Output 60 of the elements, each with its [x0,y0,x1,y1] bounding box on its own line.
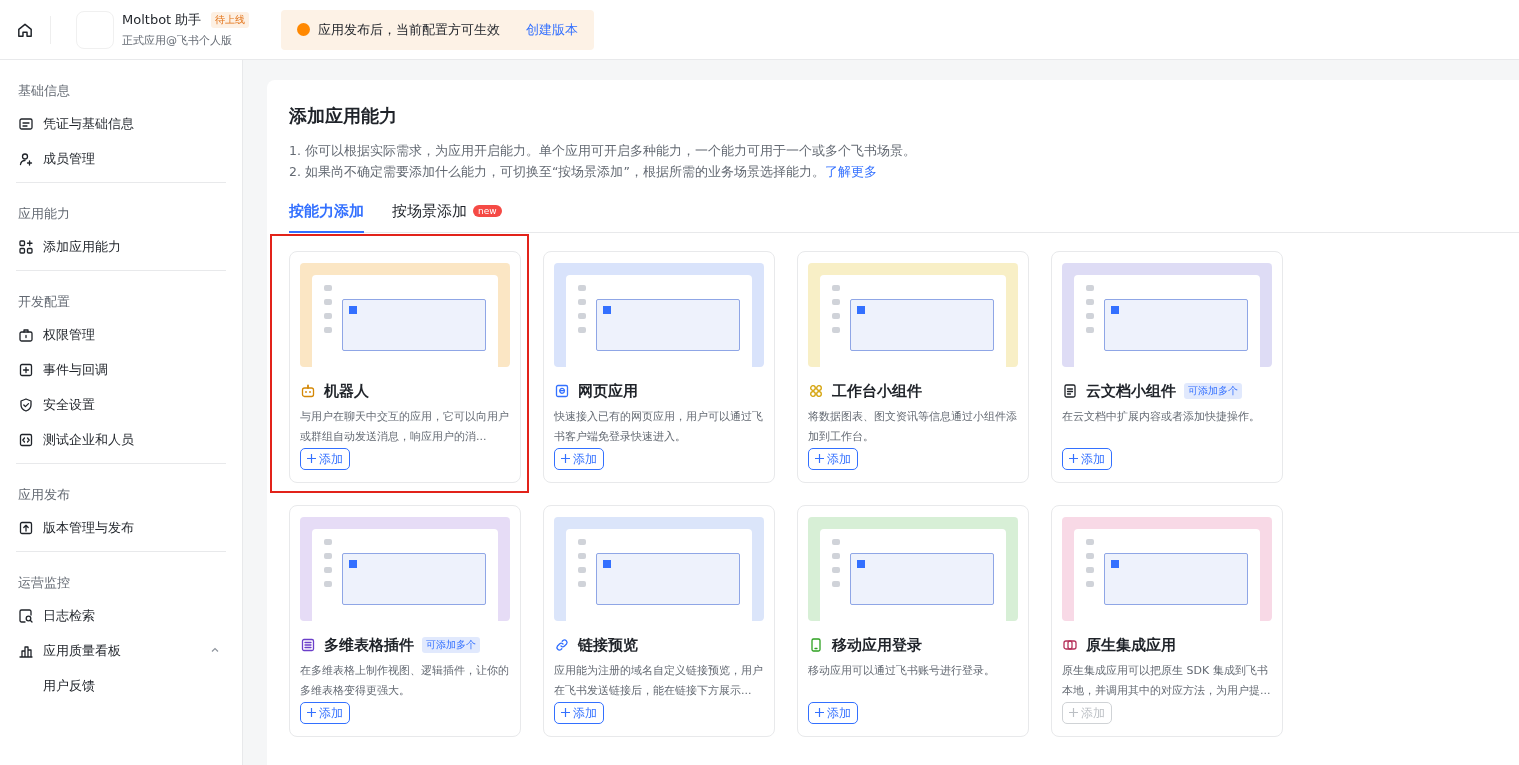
sidebar-item[interactable]: 应用质量看板 [16,633,226,668]
card-description: 应用能为注册的域名自定义链接预览，用户在飞书发送链接后，能在链接下方展示... [554,663,764,699]
sidebar-item[interactable]: 凭证与基础信息 [16,106,226,141]
section-label: 开发配置 [17,293,71,311]
new-badge: new [473,205,502,217]
capability-card[interactable]: 多维表格插件 可添加多个 在多维表格上制作视图、逻辑插件，让你的多维表格变得更强大。 添加 [289,505,521,737]
capability-card[interactable]: 工作台小组件 将数据图表、图文资讯等信息通过小组件添加到工作台。 添加 [797,251,1029,483]
card-title: 链接预览 [578,635,638,655]
sidebar-item[interactable]: 添加应用能力 [16,229,226,264]
page-title: 添加应用能力 [289,104,398,128]
capability-card[interactable]: 云文档小组件 可添加多个 在云文档中扩展内容或者添加快捷操作。 添加 [1051,251,1283,483]
capability-card[interactable]: 机器人 与用户在聊天中交互的应用，它可以向用户或群组自动发送消息，响应用户的消... 添加 [289,251,521,483]
sidebar-item[interactable]: 事件与回调 [16,352,226,387]
card-title: 原生集成应用 [1086,635,1176,655]
learn-more-link[interactable]: 了解更多 [824,164,877,179]
card-title: 云文档小组件 [1086,381,1176,401]
card-description: 在云文档中扩展内容或者添加快捷操作。 [1062,409,1261,425]
card-title: 多维表格插件 [324,635,414,655]
app-name: Moltbot 助手 [122,11,202,29]
card-description: 在多维表格上制作视图、逻辑插件，让你的多维表格变得更强大。 [300,663,510,699]
status-badge: 待上线 [211,12,250,28]
add-button[interactable]: 添加 [808,702,858,724]
section-label: 应用能力 [17,205,71,223]
card-description: 将数据图表、图文资讯等信息通过小组件添加到工作台。 [808,409,1018,445]
section-label: 运营监控 [17,574,71,592]
notice-text: 应用发布后，当前配置方可生效 [318,20,501,39]
card-description: 快速接入已有的网页应用，用户可以通过飞书客户端免登录快速进入。 [554,409,764,445]
sidebar-item[interactable]: 安全设置 [16,387,226,422]
instruction-text: 2. 如果尚不确定需要添加什么能力，可切换至“按场景添加”，根据所需的业务场景选择能力。了解更多 [289,163,878,181]
tab[interactable]: 按能力添加 [289,196,364,233]
badge: 可添加多个 [422,637,480,653]
add-button[interactable]: 添加 [808,448,858,470]
add-button[interactable]: 添加 [300,702,350,724]
section-label: 基础信息 [17,82,71,100]
add-button[interactable]: 添加 [554,702,604,724]
sidebar-item[interactable]: 成员管理 [16,141,226,176]
add-button[interactable]: 添加 [300,448,350,470]
sidebar-item[interactable]: 版本管理与发布 [16,510,226,545]
capability-card[interactable]: 移动应用登录 移动应用可以通过飞书账号进行登录。 添加 [797,505,1029,737]
app-subtitle: 正式应用@飞书个人版 [122,33,233,48]
card-title: 机器人 [324,381,369,401]
capability-card[interactable]: 网页应用 快速接入已有的网页应用，用户可以通过飞书客户端免登录快速进入。 添加 [543,251,775,483]
card-description: 原生集成应用可以把原生 SDK 集成到飞书本地，并调用其中的对应方法，为用户提... [1062,663,1272,699]
instruction-text: 1. 你可以根据实际需求，为应用开启能力。单个应用可开启多种能力，一个能力可用于一个或多个飞书场景。 [289,142,917,160]
card-title: 网页应用 [578,381,638,401]
add-button[interactable]: 添加 [554,448,604,470]
section-label: 应用发布 [17,486,71,504]
sidebar-item[interactable]: 日志检索 [16,598,226,633]
tab[interactable]: 按场景添加 new [392,196,502,233]
sidebar-item[interactable]: 权限管理 [16,317,226,352]
capability-card[interactable]: 链接预览 应用能为注册的域名自定义链接预览，用户在飞书发送链接后，能在链接下方展示... 添加 [543,505,775,737]
badge: 可添加多个 [1184,383,1242,399]
card-description: 移动应用可以通过飞书账号进行登录。 [808,663,996,679]
card-description: 与用户在聊天中交互的应用，它可以向用户或群组自动发送消息，响应用户的消... [300,409,510,445]
add-button[interactable]: 添加 [1062,448,1112,470]
create-version-link[interactable]: 创建版本 [526,20,579,39]
card-title: 工作台小组件 [832,381,922,401]
sidebar-item[interactable]: 测试企业和人员 [16,422,226,457]
card-title: 移动应用登录 [832,635,922,655]
sidebar-subitem[interactable]: 用户反馈 [16,668,226,703]
